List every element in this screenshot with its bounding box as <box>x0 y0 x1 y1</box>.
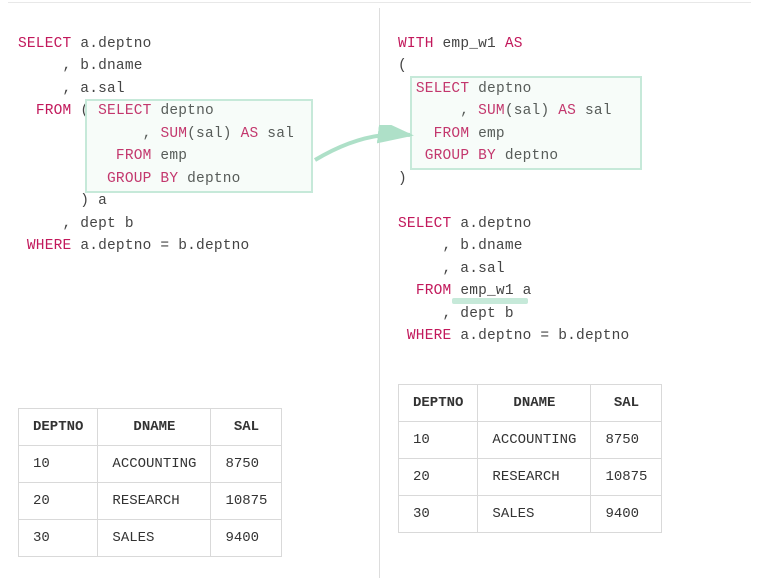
kw-groupby: GROUP BY <box>107 171 178 187</box>
code-text: ( <box>71 103 98 119</box>
left-column: SELECT a.deptno , b.dname , a.sal FROM (… <box>0 8 380 578</box>
cell: RESEARCH <box>478 458 591 495</box>
table-row: 10 ACCOUNTING 8750 <box>399 421 662 458</box>
kw-from: FROM <box>36 103 72 119</box>
cell: 9400 <box>591 495 662 532</box>
col-dname: DNAME <box>478 384 591 421</box>
kw-with: WITH <box>398 36 434 52</box>
code-text: , dept b <box>18 216 134 232</box>
code-text: a.deptno <box>71 36 151 52</box>
kw-from: FROM <box>416 283 452 299</box>
cell: 10 <box>399 421 478 458</box>
cell: 20 <box>19 482 98 519</box>
code-text: ) <box>398 171 407 187</box>
kw-groupby: GROUP BY <box>425 148 496 164</box>
code-text: ) a <box>18 193 107 209</box>
right-sql-code: WITH emp_w1 AS ( SELECT deptno , SUM(sal… <box>398 33 741 348</box>
table-row: 20 RESEARCH 10875 <box>19 482 282 519</box>
code-text <box>18 171 107 187</box>
col-sal: SAL <box>211 408 282 445</box>
table-row: 30 SALES 9400 <box>399 495 662 532</box>
table-header-row: DEPTNO DNAME SAL <box>399 384 662 421</box>
kw-select: SELECT <box>416 81 469 97</box>
code-text: ( <box>398 58 407 74</box>
cell: SALES <box>98 519 211 556</box>
col-deptno: DEPTNO <box>399 384 478 421</box>
comparison-container: SELECT a.deptno , b.dname , a.sal FROM (… <box>0 0 759 578</box>
col-dname: DNAME <box>98 408 211 445</box>
kw-where: WHERE <box>27 238 72 254</box>
code-text: a.deptno <box>451 216 531 232</box>
code-text <box>18 148 116 164</box>
code-text <box>398 81 416 97</box>
col-sal: SAL <box>591 384 662 421</box>
col-deptno: DEPTNO <box>19 408 98 445</box>
table-header-row: DEPTNO DNAME SAL <box>19 408 282 445</box>
code-text <box>398 126 434 142</box>
cell: SALES <box>478 495 591 532</box>
code-text: deptno <box>152 103 214 119</box>
code-text: deptno <box>178 171 240 187</box>
code-text <box>398 148 425 164</box>
kw-select: SELECT <box>398 216 451 232</box>
cell: 30 <box>399 495 478 532</box>
code-text: emp_w1 <box>434 36 505 52</box>
kw-from: FROM <box>116 148 152 164</box>
kw-as: AS <box>505 36 523 52</box>
cell: 10875 <box>211 482 282 519</box>
code-text: , <box>398 103 478 119</box>
fn-sum: SUM <box>478 103 505 119</box>
kw-where: WHERE <box>407 328 452 344</box>
fn-sum: SUM <box>160 126 187 142</box>
code-text: emp_w1 a <box>451 283 531 299</box>
left-result-table: DEPTNO DNAME SAL 10 ACCOUNTING 8750 20 R… <box>18 408 282 557</box>
code-text: , b.dname <box>18 58 143 74</box>
code-text: , <box>18 126 160 142</box>
cell: 20 <box>399 458 478 495</box>
table-row: 30 SALES 9400 <box>19 519 282 556</box>
cell: RESEARCH <box>98 482 211 519</box>
code-text: a.deptno = b.deptno <box>71 238 249 254</box>
cell: 10875 <box>591 458 662 495</box>
code-text: sal <box>258 126 294 142</box>
kw-as: AS <box>241 126 259 142</box>
table-row: 20 RESEARCH 10875 <box>399 458 662 495</box>
kw-as: AS <box>558 103 576 119</box>
code-text: emp <box>469 126 505 142</box>
code-text: deptno <box>496 148 558 164</box>
right-result-table: DEPTNO DNAME SAL 10 ACCOUNTING 8750 20 R… <box>398 384 662 533</box>
code-text: , a.sal <box>398 261 505 277</box>
cell: 30 <box>19 519 98 556</box>
code-text: (sal) <box>187 126 240 142</box>
code-text: (sal) <box>505 103 558 119</box>
code-text <box>18 103 36 119</box>
code-text <box>398 283 416 299</box>
code-text: sal <box>576 103 612 119</box>
kw-select: SELECT <box>98 103 151 119</box>
cell: 10 <box>19 445 98 482</box>
code-text: , dept b <box>398 306 514 322</box>
code-text: emp <box>152 148 188 164</box>
left-sql-code: SELECT a.deptno , b.dname , a.sal FROM (… <box>18 33 361 258</box>
code-text: deptno <box>469 81 531 97</box>
code-text <box>18 238 27 254</box>
cell: 9400 <box>211 519 282 556</box>
cell: ACCOUNTING <box>478 421 591 458</box>
cell: 8750 <box>591 421 662 458</box>
code-text: , b.dname <box>398 238 523 254</box>
code-text <box>398 328 407 344</box>
table-row: 10 ACCOUNTING 8750 <box>19 445 282 482</box>
cell: ACCOUNTING <box>98 445 211 482</box>
code-text: , a.sal <box>18 81 125 97</box>
kw-select: SELECT <box>18 36 71 52</box>
right-column: WITH emp_w1 AS ( SELECT deptno , SUM(sal… <box>380 8 759 578</box>
kw-from: FROM <box>434 126 470 142</box>
cell: 8750 <box>211 445 282 482</box>
code-text: a.deptno = b.deptno <box>451 328 629 344</box>
